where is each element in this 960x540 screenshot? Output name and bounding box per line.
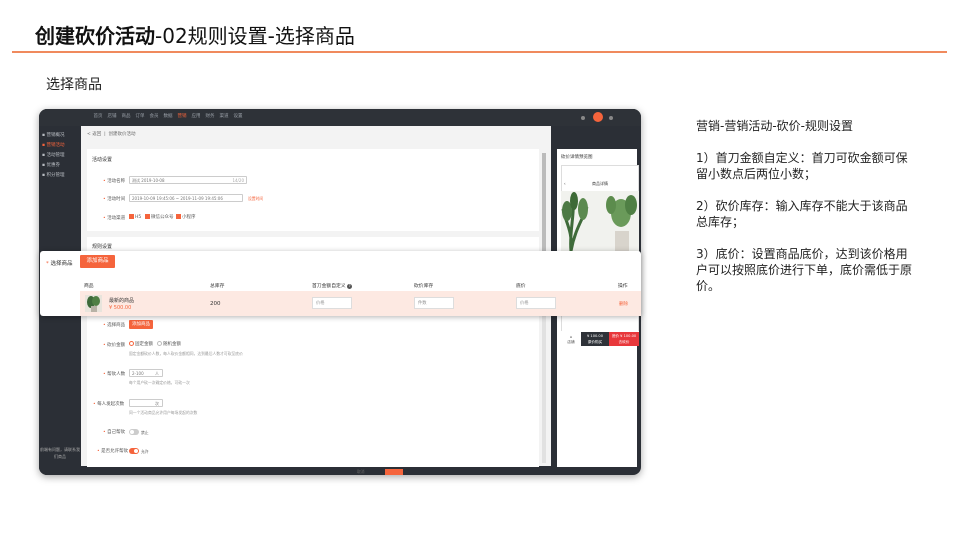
- info-icon: ?: [347, 284, 353, 289]
- top-nav-item[interactable]: 营销: [175, 113, 189, 119]
- top-nav-item[interactable]: 应用: [189, 113, 203, 119]
- top-nav-menu: 首页 店铺 商品 订单 会员 数据 营销 应用 财务 渠道 设置: [91, 113, 245, 119]
- notification-icon[interactable]: [581, 116, 585, 120]
- table-row: 最新的商品 ¥ 500.00 200 价格 件数 价格 删除: [80, 291, 641, 316]
- save-button[interactable]: [385, 469, 403, 475]
- helper-count-hint: 每个用户砍一次确定价格，可砍一次: [129, 380, 190, 385]
- channel-miniapp-checkbox[interactable]: 小程序: [176, 214, 196, 220]
- bargain-hint: 固定金额砍价人数，每人砍价金额相同，达到最后人数才可砍至底价: [129, 351, 243, 356]
- bargain-amount-label: 砍价金额: [103, 342, 125, 348]
- sidebar-item-label: 营销活动: [46, 143, 65, 148]
- product-thumbnail: [85, 295, 102, 312]
- helper-count-label: 帮砍人数: [103, 371, 125, 377]
- set-time-link[interactable]: 设置时间: [248, 196, 263, 202]
- cancel-button[interactable]: 取消: [357, 469, 365, 475]
- avatar[interactable]: [593, 112, 603, 122]
- note-item: 3）底价：设置商品底价，达到该价格用户可以按照底价进行下单，底价需低于原价。: [696, 247, 913, 293]
- notes-panel: 营销-营销活动-砍价-规则设置 1）首刀金额自定义：首刀可砍金额可保留小数点后两…: [696, 118, 912, 310]
- top-nav-item[interactable]: 商品: [119, 113, 133, 119]
- self-help-label: 自己帮砍: [103, 429, 125, 435]
- phone-header: ‹ 商品详情: [561, 179, 639, 189]
- add-product-button[interactable]: 添加商品: [80, 255, 115, 268]
- product-total-stock: 200: [210, 301, 221, 307]
- activity-name-label: 活动名称: [103, 178, 125, 184]
- sidebar-item-label: 营销概况: [46, 133, 65, 138]
- sidebar-item[interactable]: ▪ 活动管理: [39, 150, 81, 160]
- product-price: ¥ 500.00: [109, 305, 132, 311]
- sidebar-item-label: 活动管理: [46, 153, 65, 158]
- activity-time-input[interactable]: 2019-10-09 19:45:06 ~ 2019-11-09 19:45:0…: [129, 194, 243, 202]
- rule-card-title: 规则设置: [92, 244, 113, 250]
- launch-limit-input[interactable]: 次: [129, 399, 163, 407]
- helper-count-input[interactable]: 2-100 人: [129, 369, 163, 377]
- product-table-header: 商品 总库存 首刀金额自定义 ? 砍价库存 底价 操作: [80, 279, 641, 291]
- sidebar-item[interactable]: ▪ 优惠券: [39, 160, 81, 170]
- slide-title: 创建砍价活动-02规则设置-选择商品: [35, 24, 355, 48]
- col-first-cut: 首刀金额自定义 ?: [312, 284, 353, 289]
- col-action: 操作: [618, 284, 628, 289]
- top-nav-item[interactable]: 渠道: [217, 113, 231, 119]
- allow-help-label: 是否允许帮砍: [97, 448, 128, 454]
- original-price-button[interactable]: ¥ 100.00 原价购买: [581, 332, 609, 346]
- sidebar-footer: 前端有问题，请联系我们商品: [40, 447, 80, 459]
- col-bargain-stock: 砍价库存: [414, 284, 434, 289]
- floor-price-input[interactable]: 价格: [516, 297, 556, 309]
- note-item: 2）砍价库存：输入库存不能大于该商品总库存；: [696, 199, 908, 229]
- note-item: 1）首刀金额自定义：首刀可砍金额可保留小数点后两位小数；: [696, 151, 908, 181]
- sidebar-item[interactable]: ▪ 营销概况: [39, 130, 81, 140]
- activity-channel-label: 活动渠道: [103, 215, 125, 221]
- launch-limit-label: 每人发起次数: [93, 401, 124, 407]
- add-product-button-bg[interactable]: 添加商品: [129, 320, 153, 329]
- bargain-button[interactable]: 底价 ¥ 100.00 去砍价: [609, 332, 639, 346]
- product-select-label: 选择商品: [103, 322, 125, 328]
- top-nav-item[interactable]: 店铺: [105, 113, 119, 119]
- sidebar-item-label: 积分管理: [46, 173, 65, 178]
- section-label: 选择商品: [46, 77, 102, 93]
- first-cut-input[interactable]: 价格: [312, 297, 352, 309]
- product-name: 最新的商品: [109, 298, 135, 304]
- top-nav-item[interactable]: 财务: [203, 113, 217, 119]
- top-nav-item[interactable]: 设置: [231, 113, 245, 119]
- product-preview-image: [561, 191, 639, 251]
- bargain-stock-input[interactable]: 件数: [414, 297, 454, 309]
- top-navbar: 首页 店铺 商品 订单 会员 数据 营销 应用 财务 渠道 设置: [39, 109, 641, 126]
- activity-name-input[interactable]: 测试 2019-10-08 14/20: [129, 176, 247, 184]
- breadcrumb-title: 创建砍价活动: [108, 132, 136, 137]
- activity-time-label: 活动时间: [103, 196, 125, 202]
- top-nav-item[interactable]: 订单: [133, 113, 147, 119]
- sidebar-item[interactable]: ▪ 积分管理: [39, 170, 81, 180]
- top-nav-item[interactable]: 会员: [147, 113, 161, 119]
- allow-help-state: 允许: [141, 449, 149, 454]
- sidebar-item[interactable]: ▪ 营销活动: [39, 140, 81, 150]
- back-link[interactable]: < 返回: [87, 132, 101, 137]
- product-selection-label: 选择商品: [46, 259, 73, 267]
- self-help-toggle[interactable]: [129, 429, 139, 435]
- launch-limit-hint: 同一个活动商品允许用户每场发起的次数: [129, 410, 198, 415]
- sidebar-item-label: 优惠券: [46, 163, 60, 168]
- channel-h5-checkbox[interactable]: H5: [129, 214, 141, 220]
- col-total-stock: 总库存: [210, 284, 225, 289]
- allow-help-toggle[interactable]: [129, 448, 139, 454]
- phone-back-icon: ‹: [564, 181, 566, 186]
- col-floor-price: 底价: [516, 284, 526, 289]
- product-selection-panel: 选择商品 添加商品 商品 总库存 首刀金额自定义 ? 砍价库存 底价 操作 最新…: [40, 251, 641, 316]
- settings-icon[interactable]: [609, 116, 613, 120]
- breadcrumb: < 返回 | 创建砍价活动: [87, 132, 136, 137]
- title-divider: [12, 51, 947, 53]
- fixed-amount-radio[interactable]: 固定金额: [129, 341, 153, 347]
- store-icon[interactable]: ⌂ 店铺: [563, 335, 579, 345]
- preview-title: 砍价详情预览图: [561, 155, 593, 160]
- activity-card-title: 活动设置: [92, 157, 113, 163]
- random-amount-radio[interactable]: 随机金额: [157, 341, 181, 347]
- top-nav-item[interactable]: 数据: [161, 113, 175, 119]
- col-product: 商品: [84, 284, 94, 289]
- top-nav-item[interactable]: 首页: [91, 113, 105, 119]
- delete-link[interactable]: 删除: [619, 301, 628, 307]
- self-help-state: 禁止: [141, 430, 149, 435]
- notes-heading: 营销-营销活动-砍价-规则设置: [696, 119, 853, 133]
- channel-wechat-checkbox[interactable]: 微信公众号: [145, 214, 174, 220]
